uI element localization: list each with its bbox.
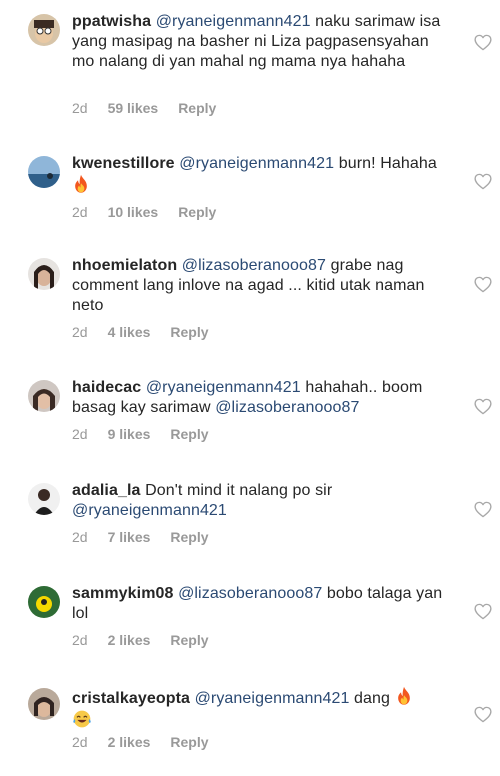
heart-outline-icon[interactable] — [474, 706, 492, 723]
mention-link[interactable]: @lizasoberanooo87 — [178, 585, 322, 602]
comment-time: 2d — [72, 324, 88, 340]
mention-link[interactable]: @ryaneigenmann421 — [156, 13, 311, 30]
heart-outline-icon[interactable] — [474, 276, 492, 293]
comment-time: 2d — [72, 204, 88, 220]
mention-link[interactable]: @lizasoberanooo87 — [182, 257, 326, 274]
likes-count[interactable]: 7 likes — [108, 529, 151, 545]
comment-time: 2d — [72, 426, 88, 442]
mention-link[interactable]: @ryaneigenmann421 — [195, 690, 350, 707]
reply-button[interactable]: Reply — [178, 100, 216, 116]
likes-count[interactable]: 9 likes — [108, 426, 151, 442]
comment-text: cristalkayeopta @ryaneigenmann421 dang — [72, 686, 452, 732]
comment-text: kwenestillore @ryaneigenmann421 burn! Ha… — [72, 154, 452, 197]
mention-link[interactable]: @ryaneigenmann421 — [146, 379, 301, 396]
comment-time: 2d — [72, 100, 88, 116]
mention-link[interactable]: @lizasoberanooo87 — [215, 399, 359, 416]
comment-meta: 2d 59 likes Reply — [72, 100, 216, 116]
heart-outline-icon[interactable] — [474, 501, 492, 518]
comment-time: 2d — [72, 734, 88, 750]
comment-meta: 2d 2 likes Reply — [72, 734, 209, 750]
comment-body: dang — [349, 690, 395, 707]
comment-username[interactable]: adalia_la — [72, 482, 141, 499]
avatar[interactable] — [28, 688, 60, 720]
comment-username[interactable]: sammykim08 — [72, 585, 174, 602]
comment-time: 2d — [72, 529, 88, 545]
comment-meta: 2d 4 likes Reply — [72, 324, 209, 340]
comment-text: ppatwisha @ryaneigenmann421 naku sarimaw… — [72, 12, 452, 72]
fire-emoji — [72, 174, 90, 194]
avatar[interactable] — [28, 156, 60, 188]
likes-count[interactable]: 2 likes — [108, 734, 151, 750]
comment-body: Don't mind it nalang po sir — [145, 482, 333, 499]
comment-meta: 2d 7 likes Reply — [72, 529, 209, 545]
comment-body: burn! Hahaha — [334, 155, 437, 172]
comment-time: 2d — [72, 632, 88, 648]
comment-meta: 2d 10 likes Reply — [72, 204, 216, 220]
heart-outline-icon[interactable] — [474, 398, 492, 415]
comment-username[interactable]: ppatwisha — [72, 13, 151, 30]
reply-button[interactable]: Reply — [170, 632, 208, 648]
heart-outline-icon[interactable] — [474, 34, 492, 51]
likes-count[interactable]: 10 likes — [108, 204, 159, 220]
tears-of-joy-emoji — [72, 709, 92, 729]
reply-button[interactable]: Reply — [170, 324, 208, 340]
reply-button[interactable]: Reply — [170, 529, 208, 545]
comment-username[interactable]: cristalkayeopta — [72, 690, 190, 707]
fire-emoji — [395, 686, 413, 706]
comment-text: nhoemielaton @lizasoberanooo87 grabe nag… — [72, 256, 452, 316]
avatar[interactable] — [28, 14, 60, 46]
avatar[interactable] — [28, 380, 60, 412]
mention-link[interactable]: @ryaneigenmann421 — [72, 502, 227, 519]
avatar[interactable] — [28, 258, 60, 290]
comment-text: adalia_la Don't mind it nalang po sir @r… — [72, 481, 452, 521]
heart-outline-icon[interactable] — [474, 173, 492, 190]
comment-username[interactable]: haidecac — [72, 379, 141, 396]
comment-text: haidecac @ryaneigenmann421 hahahah.. boo… — [72, 378, 452, 418]
comment-username[interactable]: kwenestillore — [72, 155, 175, 172]
likes-count[interactable]: 4 likes — [108, 324, 151, 340]
comment-text: sammykim08 @lizasoberanooo87 bobo talaga… — [72, 584, 452, 624]
comment-meta: 2d 9 likes Reply — [72, 426, 209, 442]
avatar[interactable] — [28, 483, 60, 515]
likes-count[interactable]: 59 likes — [108, 100, 159, 116]
comment-meta: 2d 2 likes Reply — [72, 632, 209, 648]
comment-username[interactable]: nhoemielaton — [72, 257, 177, 274]
mention-link[interactable]: @ryaneigenmann421 — [179, 155, 334, 172]
reply-button[interactable]: Reply — [170, 426, 208, 442]
reply-button[interactable]: Reply — [170, 734, 208, 750]
heart-outline-icon[interactable] — [474, 603, 492, 620]
likes-count[interactable]: 2 likes — [108, 632, 151, 648]
avatar[interactable] — [28, 586, 60, 618]
reply-button[interactable]: Reply — [178, 204, 216, 220]
